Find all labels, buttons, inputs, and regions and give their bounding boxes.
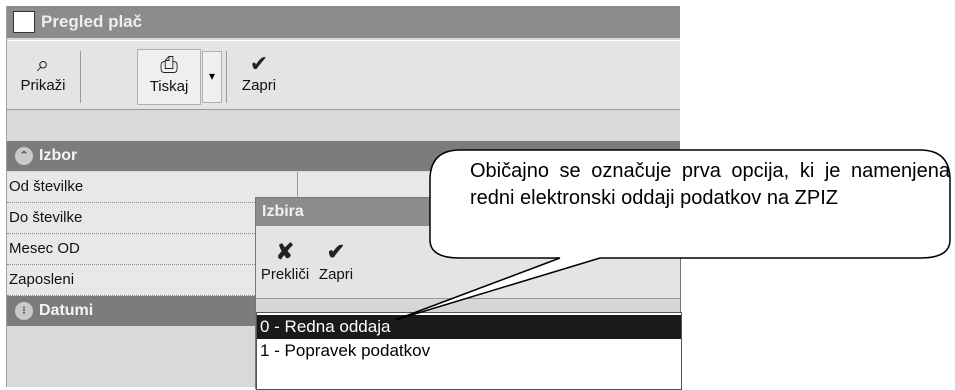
- list-item-selected[interactable]: 0 - Redna oddaja: [257, 315, 681, 339]
- field-mesec-od: Mesec OD: [7, 234, 297, 265]
- print-dropdown-button[interactable]: ▾: [202, 51, 222, 103]
- printer-icon: ⎙: [160, 52, 178, 77]
- toolbar: ⌕ Prikaži ⎙ Tiskaj ▾ ✔ Zapri: [7, 40, 680, 110]
- preview-icon: ⌕: [36, 51, 50, 76]
- options-list[interactable]: 0 - Redna oddaja 1 - Popravek podatkov: [256, 312, 682, 390]
- field-zaposleni: Zaposleni: [7, 265, 297, 296]
- section-izbor[interactable]: ⌃ Izbor: [7, 141, 297, 171]
- callout-text: Običajno se označuje prva opcija, ki je …: [470, 160, 950, 209]
- close-label: Zapri: [241, 77, 277, 94]
- cancel-label: Prekliči: [260, 266, 310, 283]
- print-button[interactable]: ⎙ Tiskaj: [137, 49, 201, 105]
- window-title: Pregled plač: [41, 12, 143, 31]
- toolbar-separator: [226, 51, 227, 103]
- toolbar-separator: [80, 51, 81, 103]
- cancel-button[interactable]: ✘ Prekliči: [260, 238, 310, 283]
- checkmark-icon: ✔: [249, 51, 269, 76]
- show-button[interactable]: ⌕ Prikaži: [13, 49, 73, 103]
- chevron-down-icon: ▾: [208, 69, 216, 83]
- dialog-title: Izbira: [262, 203, 304, 220]
- dialog-toolbar: ✘ Prekliči ✔ Zapri: [256, 226, 680, 299]
- selection-dialog: Izbira ✘ Prekliči ✔ Zapri 0 - Redna odda…: [255, 197, 682, 390]
- field-od-stevilke: Od številke: [7, 172, 297, 203]
- print-label: Tiskaj: [149, 78, 189, 95]
- cancel-x-icon: ✘: [275, 239, 295, 264]
- checkmark-icon: ✔: [326, 239, 346, 264]
- app-icon: [13, 11, 35, 33]
- dialog-close-button[interactable]: ✔ Zapri: [314, 238, 358, 283]
- collapse-icon: ⌃: [15, 147, 33, 165]
- list-item[interactable]: 1 - Popravek podatkov: [257, 339, 681, 363]
- close-button[interactable]: ✔ Zapri: [234, 49, 284, 103]
- dialog-close-label: Zapri: [318, 266, 354, 283]
- field-do-stevilke: Do številke: [7, 203, 297, 234]
- expand-icon: ⁝: [15, 302, 33, 320]
- show-label: Prikaži: [20, 77, 66, 94]
- title-bar: Pregled plač: [7, 6, 680, 38]
- section-izbor-label: Izbor: [39, 147, 78, 164]
- section-datumi[interactable]: ⁝ Datumi: [7, 296, 297, 326]
- section-datumi-label: Datumi: [39, 302, 94, 319]
